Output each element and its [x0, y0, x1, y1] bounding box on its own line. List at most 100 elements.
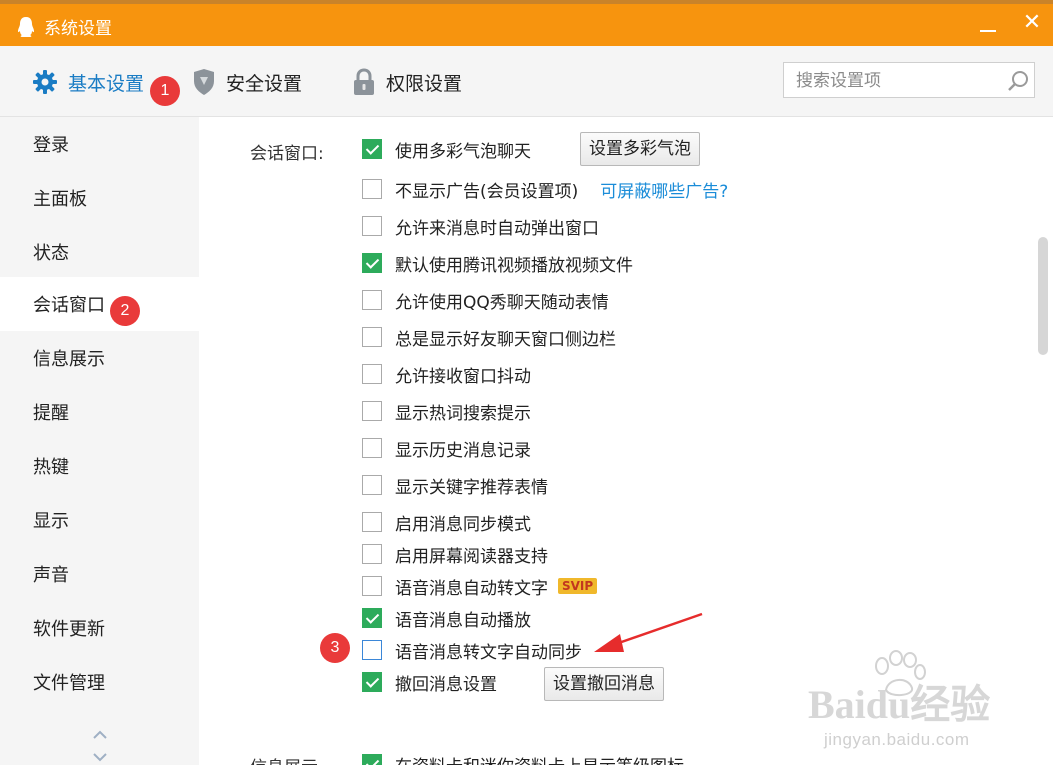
window-title: 系统设置: [44, 19, 112, 39]
option-label: 显示关键字推荐表情: [395, 477, 548, 498]
sidebar-scroll-arrows-icon[interactable]: [90, 728, 110, 764]
tab-permission-settings[interactable]: 权限设置: [352, 68, 462, 96]
checkbox-recall-message[interactable]: [362, 672, 382, 692]
sidebar-item-label: 提醒: [33, 403, 69, 424]
sidebar-item-sound[interactable]: 声音: [0, 547, 199, 601]
set-colorful-bubble-button[interactable]: 设置多彩气泡: [580, 132, 700, 166]
set-recall-message-button[interactable]: 设置撤回消息: [544, 667, 664, 701]
sidebar-item-status[interactable]: 状态: [0, 225, 199, 279]
search-box[interactable]: [783, 62, 1035, 98]
option-row[interactable]: 显示历史消息记录: [362, 435, 531, 461]
search-input[interactable]: [794, 69, 998, 93]
checkbox-hot-words[interactable]: [362, 401, 382, 421]
checkbox-screen-reader[interactable]: [362, 544, 382, 564]
option-row[interactable]: 启用消息同步模式: [362, 509, 531, 535]
qq-penguin-icon: [18, 17, 34, 37]
option-label: 语音消息转文字自动同步: [395, 642, 582, 663]
section-label-info-display: 信息展示: [250, 753, 318, 765]
sidebar-item-label: 热键: [33, 457, 69, 478]
red-arrow-icon: [594, 612, 703, 652]
sidebar-item-login[interactable]: 登录: [0, 117, 199, 171]
sidebar-item-label: 状态: [33, 243, 69, 264]
option-label: 在资料卡和迷你资料卡上显示等级图标: [395, 752, 684, 765]
option-label: 显示历史消息记录: [395, 440, 531, 461]
checkbox-voice-to-text[interactable]: [362, 576, 382, 596]
content-scrollbar-thumb[interactable]: [1038, 237, 1048, 355]
watermark-url: jingyan.baidu.com: [824, 730, 970, 749]
shield-icon: [194, 69, 214, 95]
option-label: 不显示广告(会员设置项): [395, 181, 579, 202]
checkbox-keyword-emoji[interactable]: [362, 475, 382, 495]
option-row[interactable]: 允许使用QQ秀聊天随动表情: [362, 287, 609, 313]
option-label: 显示热词搜索提示: [395, 403, 531, 424]
option-label: 语音消息自动播放: [395, 610, 531, 631]
option-row[interactable]: 在资料卡和迷你资料卡上显示等级图标: [362, 751, 684, 765]
watermark-main-text: Baidu经验: [808, 682, 991, 727]
checkbox-message-sync[interactable]: [362, 512, 382, 532]
option-row[interactable]: 总是显示好友聊天窗口侧边栏: [362, 324, 616, 350]
title-bar[interactable]: 系统设置 ✕: [0, 4, 1053, 46]
svip-badge: SVIP: [558, 578, 598, 594]
minimize-button[interactable]: [978, 12, 1000, 36]
option-row[interactable]: 显示关键字推荐表情: [362, 472, 548, 498]
sidebar-item-label: 软件更新: [33, 619, 105, 640]
checkbox-chat-sidebar[interactable]: [362, 327, 382, 347]
checkbox-auto-popup[interactable]: [362, 216, 382, 236]
option-label: 允许来消息时自动弹出窗口: [395, 218, 599, 239]
settings-window: 系统设置 ✕ 基本设置 安全设置 权限设置 搜索设置项 1 登录 主面板 状态 …: [0, 0, 1053, 765]
option-label: 启用屏幕阅读器支持: [395, 546, 548, 567]
sidebar-item-hotkeys[interactable]: 热键: [0, 439, 199, 493]
sidebar-item-label: 会话窗口: [33, 295, 105, 316]
sidebar-item-file-management[interactable]: 文件管理: [0, 655, 199, 709]
sidebar-item-chat-window[interactable]: 会话窗口: [0, 277, 199, 331]
option-row[interactable]: 允许接收窗口抖动: [362, 361, 531, 387]
option-row[interactable]: 使用多彩气泡聊天: [362, 136, 531, 162]
ads-info-link[interactable]: 可屏蔽哪些广告?: [600, 177, 728, 202]
option-row[interactable]: 启用屏幕阅读器支持: [362, 541, 548, 567]
checkbox-history-messages[interactable]: [362, 438, 382, 458]
sidebar-item-label: 信息展示: [33, 349, 105, 370]
tab-security-settings[interactable]: 安全设置: [192, 68, 302, 96]
checkbox-hide-ads[interactable]: [362, 179, 382, 199]
checkbox-level-icon[interactable]: [362, 754, 382, 765]
checkbox-tencent-video[interactable]: [362, 253, 382, 273]
sidebar-item-software-update[interactable]: 软件更新: [0, 601, 199, 655]
checkbox-qq-show-emoji[interactable]: [362, 290, 382, 310]
tab-security-label: 安全设置: [226, 72, 303, 95]
option-label: 允许接收窗口抖动: [395, 366, 531, 387]
option-row[interactable]: 显示热词搜索提示: [362, 398, 531, 424]
option-row[interactable]: 语音消息自动播放: [362, 605, 531, 631]
option-label: 默认使用腾讯视频播放视频文件: [395, 255, 633, 276]
sidebar-item-display[interactable]: 显示: [0, 493, 199, 547]
option-row[interactable]: 语音消息转文字自动同步: [362, 637, 582, 663]
sidebar-item-label: 文件管理: [33, 673, 105, 694]
option-label: 允许使用QQ秀聊天随动表情: [395, 292, 609, 313]
sidebar-item-label: 主面板: [33, 189, 87, 210]
option-row[interactable]: 语音消息自动转文字 SVIP: [362, 573, 598, 599]
checkbox-voice-text-sync[interactable]: [362, 640, 382, 660]
annotation-badge-1: 1: [150, 76, 180, 106]
sidebar-item-label: 声音: [33, 565, 69, 586]
option-row[interactable]: 撤回消息设置: [362, 669, 497, 695]
option-label: 撤回消息设置: [395, 674, 497, 695]
checkbox-window-shake[interactable]: [362, 364, 382, 384]
sidebar: 登录 主面板 状态 会话窗口 信息展示 提醒 热键 显示 声音 软件更新 文件管…: [0, 117, 199, 765]
sidebar-item-info-display[interactable]: 信息展示: [0, 331, 199, 385]
sidebar-item-main-panel[interactable]: 主面板: [0, 171, 199, 225]
checkbox-colorful-bubble[interactable]: [362, 139, 382, 159]
close-button[interactable]: ✕: [1018, 8, 1046, 38]
option-label: 语音消息自动转文字: [395, 578, 548, 599]
option-row[interactable]: 默认使用腾讯视频播放视频文件: [362, 250, 633, 276]
watermark: Baidu经验 jingyan.baidu.com: [808, 650, 1048, 760]
close-icon: ✕: [1022, 10, 1042, 35]
section-label-chat-window: 会话窗口:: [250, 144, 324, 164]
sidebar-item-reminder[interactable]: 提醒: [0, 385, 199, 439]
annotation-badge-2: 2: [110, 296, 140, 326]
sidebar-item-label: 登录: [33, 135, 69, 156]
option-row[interactable]: 允许来消息时自动弹出窗口: [362, 213, 599, 239]
checkbox-voice-autoplay[interactable]: [362, 608, 382, 628]
tab-basic-settings[interactable]: 基本设置: [32, 68, 144, 96]
search-icon[interactable]: [1006, 69, 1030, 93]
option-row[interactable]: 不显示广告(会员设置项) 可屏蔽哪些广告?: [362, 176, 728, 202]
tab-permission-label: 权限设置: [386, 72, 463, 95]
